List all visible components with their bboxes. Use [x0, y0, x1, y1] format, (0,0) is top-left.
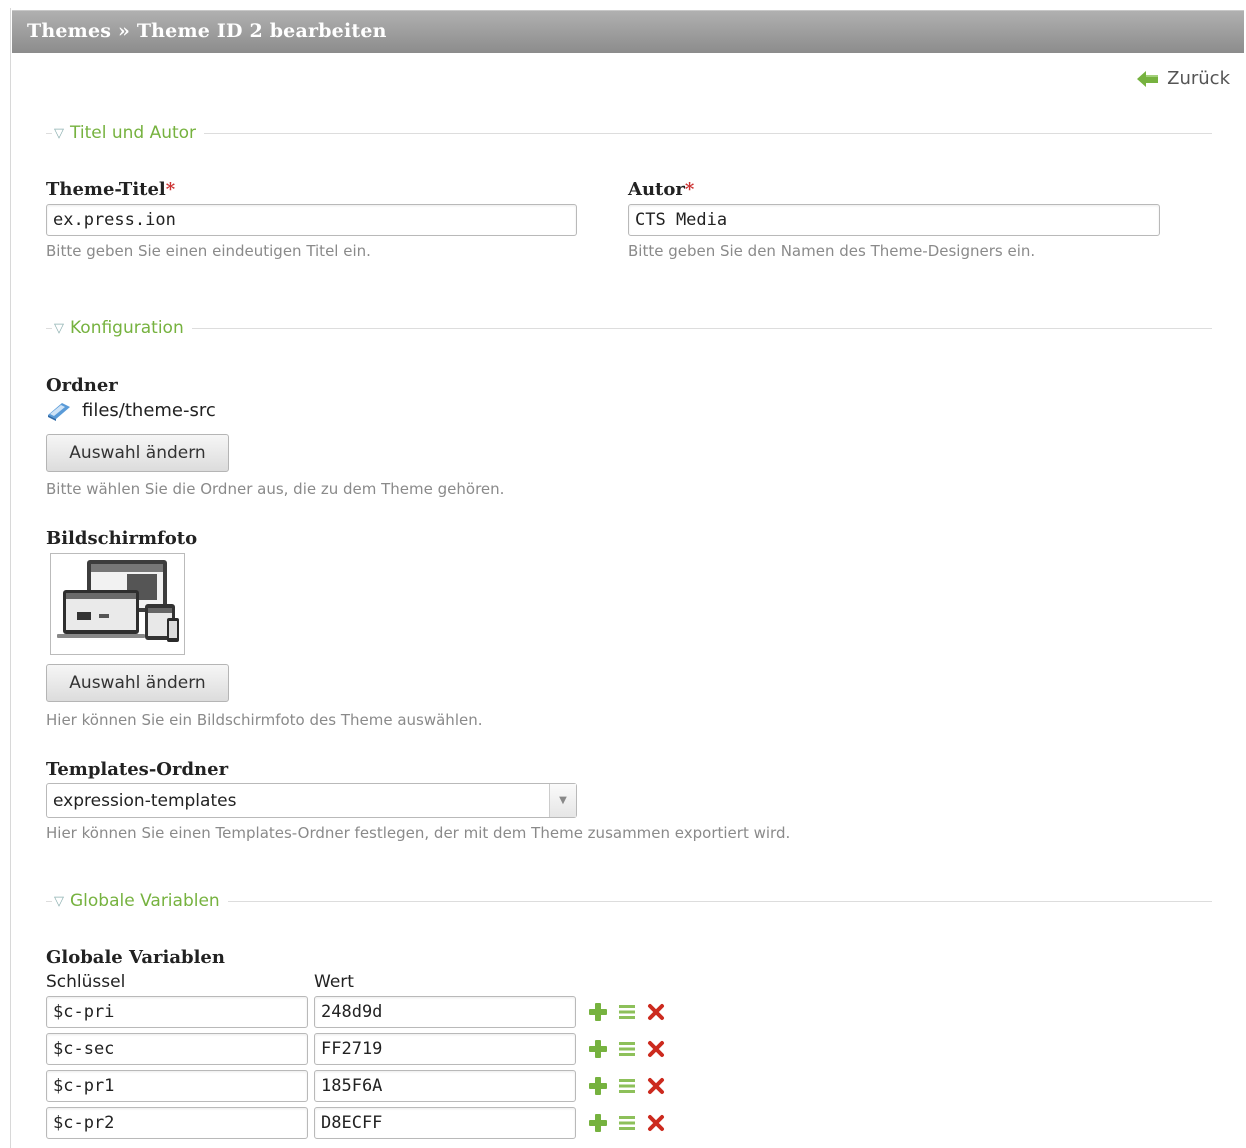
drag-handle-icon[interactable] [617, 1002, 637, 1022]
variable-key-input[interactable]: $c-pr2 [46, 1107, 308, 1139]
value-column-header: Wert [314, 972, 354, 992]
globals-label: Globale Variablen [46, 947, 225, 968]
theme-title-input[interactable]: ex.press.ion [46, 204, 577, 236]
author-label: Autor* [628, 179, 695, 200]
variable-key-input[interactable]: $c-pr1 [46, 1070, 308, 1102]
folder-path-text: files/theme-src [82, 400, 216, 421]
page-title: Themes » Theme ID 2 bearbeiten [27, 20, 387, 42]
delete-icon[interactable] [646, 1113, 666, 1133]
section-title-author[interactable]: ▽ Titel und Autor [46, 123, 1212, 143]
author-help: Bitte geben Sie den Namen des Theme-Desi… [628, 242, 1036, 260]
variable-row: $c-pri 248d9d [46, 996, 686, 1028]
required-mark: * [684, 179, 695, 200]
row-actions [588, 1039, 666, 1059]
screenshot-label: Bildschirmfoto [46, 528, 198, 549]
delete-icon[interactable] [646, 1076, 666, 1096]
page-header: Themes » Theme ID 2 bearbeiten [12, 10, 1244, 53]
variable-value-input[interactable]: 248d9d [314, 996, 576, 1028]
drag-handle-icon[interactable] [617, 1113, 637, 1133]
back-link-label: Zurück [1167, 68, 1230, 89]
variable-key-input[interactable]: $c-sec [46, 1033, 308, 1065]
plus-icon[interactable] [588, 1039, 608, 1059]
drag-handle-icon[interactable] [617, 1076, 637, 1096]
templates-help: Hier können Sie einen Templates-Ordner f… [46, 824, 791, 842]
plus-icon[interactable] [588, 1002, 608, 1022]
delete-icon[interactable] [646, 1002, 666, 1022]
screenshot-change-button[interactable]: Auswahl ändern [46, 664, 229, 702]
row-actions [588, 1113, 666, 1133]
section-globals[interactable]: ▽ Globale Variablen [46, 891, 1212, 911]
variable-row: $c-sec FF2719 [46, 1033, 686, 1065]
screenshot-help: Hier können Sie ein Bildschirmfoto des T… [46, 711, 483, 729]
folder-help: Bitte wählen Sie die Ordner aus, die zu … [46, 480, 505, 498]
section-label: Konfiguration [70, 318, 184, 338]
theme-title-label: Theme-Titel* [46, 179, 176, 200]
plus-icon[interactable] [588, 1113, 608, 1133]
row-actions [588, 1002, 666, 1022]
variable-key-input[interactable]: $c-pri [46, 996, 308, 1028]
folder-label: Ordner [46, 375, 118, 396]
collapse-triangle-icon: ▽ [54, 125, 64, 141]
variable-value-input[interactable]: D8ECFF [314, 1107, 576, 1139]
collapse-triangle-icon: ▽ [54, 320, 64, 336]
theme-title-help: Bitte geben Sie einen eindeutigen Titel … [46, 242, 371, 260]
screenshot-thumbnail[interactable] [50, 553, 185, 655]
templates-select-value: expression-templates [53, 791, 237, 811]
author-input[interactable]: CTS Media [628, 204, 1160, 236]
variable-value-input[interactable]: 185F6A [314, 1070, 576, 1102]
row-actions [588, 1076, 666, 1096]
templates-label: Templates-Ordner [46, 759, 229, 780]
folder-path: files/theme-src [46, 400, 216, 421]
variable-value-input[interactable]: FF2719 [314, 1033, 576, 1065]
folder-change-button[interactable]: Auswahl ändern [46, 434, 229, 472]
key-column-header: Schlüssel [46, 972, 126, 992]
chevron-down-icon[interactable]: ▼ [549, 784, 576, 817]
section-config[interactable]: ▽ Konfiguration [46, 318, 1212, 338]
plus-icon[interactable] [588, 1076, 608, 1096]
required-mark: * [165, 179, 176, 200]
arrow-left-icon [1137, 70, 1159, 87]
variable-row: $c-pr2 D8ECFF [46, 1107, 686, 1139]
variable-row: $c-pr1 185F6A [46, 1070, 686, 1102]
drag-handle-icon[interactable] [617, 1039, 637, 1059]
folder-icon [48, 402, 70, 421]
back-link[interactable]: Zurück [1137, 68, 1230, 89]
section-label: Titel und Autor [70, 123, 197, 143]
delete-icon[interactable] [646, 1039, 666, 1059]
templates-select[interactable]: expression-templates ▼ [46, 783, 577, 818]
collapse-triangle-icon: ▽ [54, 893, 64, 909]
section-label: Globale Variablen [70, 891, 220, 911]
